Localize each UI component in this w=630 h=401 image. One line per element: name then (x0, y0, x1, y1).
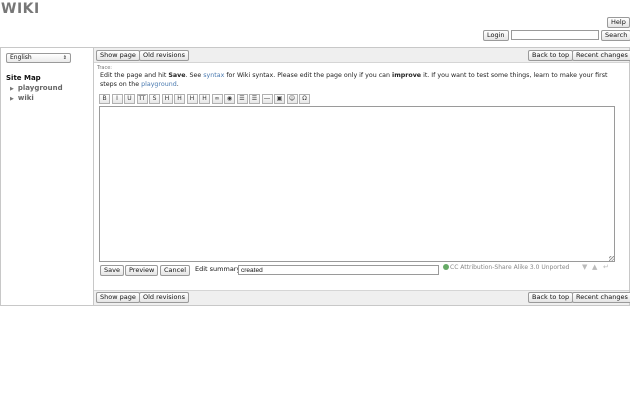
select-arrows-icon: ⇕ (62, 55, 67, 61)
site-title[interactable]: WIKI (1, 1, 40, 17)
playground-link[interactable]: playground (141, 81, 177, 88)
intro-save-word: Save (168, 72, 186, 79)
recent-changes-button[interactable]: Recent changes (572, 50, 630, 61)
smiley-icon[interactable]: ☺ (286, 94, 298, 104)
wiki-text-editor[interactable] (99, 106, 615, 262)
back-to-top-button-bottom[interactable]: Back to top (528, 292, 574, 303)
license-text: CC Attribution-Share Alike 3.0 Unported (450, 264, 570, 271)
edit-summary-input[interactable] (238, 265, 439, 275)
license-link[interactable]: CC Attribution-Share Alike 3.0 Unported (443, 264, 569, 271)
internal-link-icon[interactable]: ∞ (211, 94, 223, 104)
heading-same-icon[interactable]: H (161, 94, 173, 104)
horizontal-rule-icon[interactable]: ― (261, 94, 273, 104)
italic-icon[interactable]: I (111, 94, 123, 104)
code-icon[interactable]: TT (136, 94, 148, 104)
language-select[interactable]: English ⇕ (6, 53, 71, 63)
media-icon[interactable]: ▣ (274, 94, 285, 104)
underline-icon[interactable]: U (124, 94, 135, 104)
preview-button[interactable]: Preview (125, 265, 159, 276)
cancel-button[interactable]: Cancel (160, 265, 191, 276)
intro-text-2: . See (185, 72, 204, 79)
show-page-button-bottom[interactable]: Show page (96, 292, 140, 303)
syntax-link[interactable]: syntax (203, 72, 224, 79)
recent-changes-button-bottom[interactable]: Recent changes (572, 292, 630, 303)
sidebar-item-label: wiki (17, 94, 34, 102)
search-button[interactable]: Search (601, 30, 630, 41)
back-to-top-button[interactable]: Back to top (528, 50, 574, 61)
sidebar-item-label: playground (17, 84, 63, 92)
heading-higher-icon[interactable]: H (186, 94, 198, 104)
external-link-icon[interactable]: ◉ (224, 94, 235, 104)
show-page-button[interactable]: Show page (96, 50, 140, 61)
collapsed-triangle-icon: ▶ (10, 86, 14, 92)
shrink-editor-icon[interactable]: ▼ (582, 263, 587, 271)
intro-text-3: for Wiki syntax. Please edit the page on… (224, 72, 393, 79)
login-button[interactable]: Login (483, 30, 509, 41)
wrap-toggle-icon[interactable]: ↵ (603, 263, 609, 271)
intro-text-5: . (176, 81, 179, 88)
ordered-list-icon[interactable]: ☰ (236, 94, 248, 104)
intro-text-1: Edit the page and hit (100, 72, 169, 79)
collapsed-triangle-icon: ▶ (10, 96, 14, 102)
edit-summary-label: Edit summary (195, 265, 241, 273)
old-revisions-button-bottom[interactable]: Old revisions (139, 292, 189, 303)
enlarge-editor-icon[interactable]: ▲ (592, 263, 597, 271)
sidebar-item-wiki[interactable]: ▶ wiki (10, 94, 34, 102)
help-button[interactable]: Help (607, 17, 630, 28)
special-chars-icon[interactable]: Ω (299, 94, 310, 104)
strike-icon[interactable]: S (149, 94, 160, 104)
edit-intro-text: Edit the page and hit Save. See syntax f… (100, 71, 620, 89)
heading-lower-icon[interactable]: H (174, 94, 185, 104)
unordered-list-icon[interactable]: ☰ (249, 94, 260, 104)
search-input[interactable] (511, 30, 599, 40)
bold-icon[interactable]: B (99, 94, 110, 104)
old-revisions-button[interactable]: Old revisions (139, 50, 189, 61)
save-button[interactable]: Save (100, 265, 124, 276)
cc-license-icon (443, 264, 449, 270)
intro-improve-word: improve (392, 72, 422, 79)
sidebar-item-playground[interactable]: ▶ playground (10, 84, 63, 92)
heading-select-icon[interactable]: H (199, 94, 210, 104)
language-select-value: English (10, 54, 32, 61)
resize-grip-icon[interactable] (609, 256, 615, 262)
sitemap-title: Site Map (6, 74, 41, 82)
